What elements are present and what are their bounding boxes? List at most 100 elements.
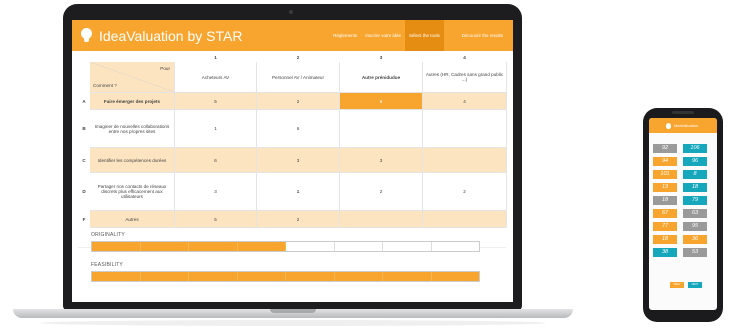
mobile-header: IdeaValuation [649,118,717,133]
prev-button[interactable]: PREV [670,282,684,288]
originality-bar[interactable] [91,241,480,252]
laptop-screen: IdeaValuation by STAR Réglements Inscrir… [72,20,513,302]
row-letter: A [82,98,86,104]
column-number: 1 [214,55,217,60]
score-segment[interactable] [92,272,141,281]
score-segment[interactable] [383,272,432,281]
row-letter: D [82,189,86,194]
nav-item-rules[interactable]: Réglements [329,20,361,51]
score-cell[interactable] [422,109,507,148]
score-tile[interactable]: 38 [653,248,677,257]
row-label: Identifier les compétences durées [89,147,175,173]
score-segment[interactable] [286,272,335,281]
mobile-button-bar: PREV NEXT [670,282,702,288]
score-cell[interactable]: 3 [339,147,423,173]
score-cell-selected[interactable]: 6 [339,92,423,110]
row-letter: B [82,126,86,131]
score-cell[interactable] [339,210,423,228]
nav-item-submit-idea[interactable]: Inscrire votre idée [361,20,405,51]
score-cell[interactable]: 2 [256,210,340,228]
score-segment[interactable] [334,272,383,281]
laptop-camera [289,10,293,14]
lightbulb-icon [666,122,671,129]
score-cell[interactable]: 1 [256,172,340,211]
column-header: Autres (HR, Cadres sans grand public ...… [422,61,507,93]
score-segment[interactable] [237,242,286,251]
score-cell[interactable]: 1 [174,109,257,148]
corner-label-for: Pour [160,66,170,71]
site-title: IdeaValuation by STAR [99,27,243,44]
row-label: Imaginer de nouvelles collaborations ent… [89,109,175,148]
table-row: A Faire émerger des projets 5 2 6 4 [79,92,507,110]
column-header: Autre prénidudue [339,61,423,93]
score-cell[interactable]: 2 [422,172,507,211]
score-tile[interactable]: 106 [683,144,707,153]
score-segment[interactable] [383,242,432,251]
row-letter: F [82,216,86,222]
score-cell[interactable]: 3 [174,172,257,211]
score-segment[interactable] [432,242,480,251]
score-tile[interactable]: 67 [653,209,677,218]
score-cell[interactable] [422,210,507,228]
mobile-title: IdeaValuation [674,123,699,128]
score-tile[interactable]: 18 [653,235,677,244]
score-segment[interactable] [237,272,286,281]
score-cell[interactable] [422,147,507,173]
laptop-shadow [40,320,546,326]
score-segment[interactable] [189,272,238,281]
score-cell[interactable]: 2 [339,172,423,211]
table-row: B Imaginer de nouvelles collaborations e… [79,109,507,148]
score-tile[interactable]: 101 [653,170,677,179]
score-segment[interactable] [286,242,335,251]
score-tile[interactable]: 77 [653,222,677,231]
score-segment[interactable] [140,272,189,281]
score-cell[interactable]: 6 [174,147,257,173]
column-number-row: 1 2 3 4 [79,54,507,62]
score-segment[interactable] [140,242,189,251]
score-segment[interactable] [431,272,479,281]
corner-label-how: Comment ? [93,83,117,88]
site-header: IdeaValuation by STAR Réglements Inscrir… [72,20,513,51]
row-letter: C [82,157,86,163]
score-segment[interactable] [92,242,141,251]
score-segment[interactable] [189,242,238,251]
score-cell[interactable] [339,109,423,148]
table-row: D Partager nos contacts de réseaux discr… [79,172,507,211]
row-label: Faire émerger des projets [89,92,175,110]
score-cell[interactable]: 6 [256,109,340,148]
score-tile[interactable]: 94 [653,157,677,166]
originality-label: ORIGINALITY [91,232,125,238]
column-number: 4 [463,55,466,60]
score-tile[interactable]: 92 [653,144,677,153]
score-tile[interactable]: 8 [683,170,707,179]
score-tile[interactable]: 36 [683,235,707,244]
nav-item-results[interactable]: Découvrir the results [458,20,507,51]
score-cell[interactable]: 2 [256,92,340,110]
phone-screen: IdeaValuation 92 106 94 96 101 8 13 18 18 79 67 63 7… [649,118,717,310]
column-header-row: Pour Comment ? Acheteurs AV Personnel AV… [79,61,507,93]
matrix-corner: Pour Comment ? [89,61,175,93]
next-button[interactable]: NEXT [688,282,702,288]
score-tile[interactable]: 63 [683,209,707,218]
score-segment[interactable] [335,242,383,251]
score-tile[interactable]: 79 [683,196,707,205]
nav-item-select-tools[interactable]: Sélect the tools [404,20,444,51]
score-tile[interactable]: 18 [683,183,707,192]
column-header: Personnel AV / Animateur [256,61,340,93]
score-cell[interactable]: 5 [174,92,257,110]
score-tile[interactable]: 95 [683,222,707,231]
score-tile-grid: 92 106 94 96 101 8 13 18 18 79 67 63 77 95 18 36 38 53 [653,144,713,257]
lightbulb-icon [81,28,92,43]
score-tile[interactable]: 96 [683,157,707,166]
score-tile[interactable]: 18 [653,196,677,205]
phone-speaker [672,111,694,114]
row-label: Autres [89,210,175,228]
score-tile[interactable]: 13 [653,183,677,192]
score-tile[interactable]: 53 [683,248,707,257]
score-cell[interactable]: 4 [422,92,507,110]
feasibility-label: FEASIBILITY [91,262,123,268]
score-cell[interactable]: 3 [256,147,340,173]
valuation-matrix: 1 2 3 4 Pour Comment ? Acheteurs AV Pers… [78,53,507,228]
score-cell[interactable]: 5 [174,210,257,228]
feasibility-bar[interactable] [91,271,480,282]
